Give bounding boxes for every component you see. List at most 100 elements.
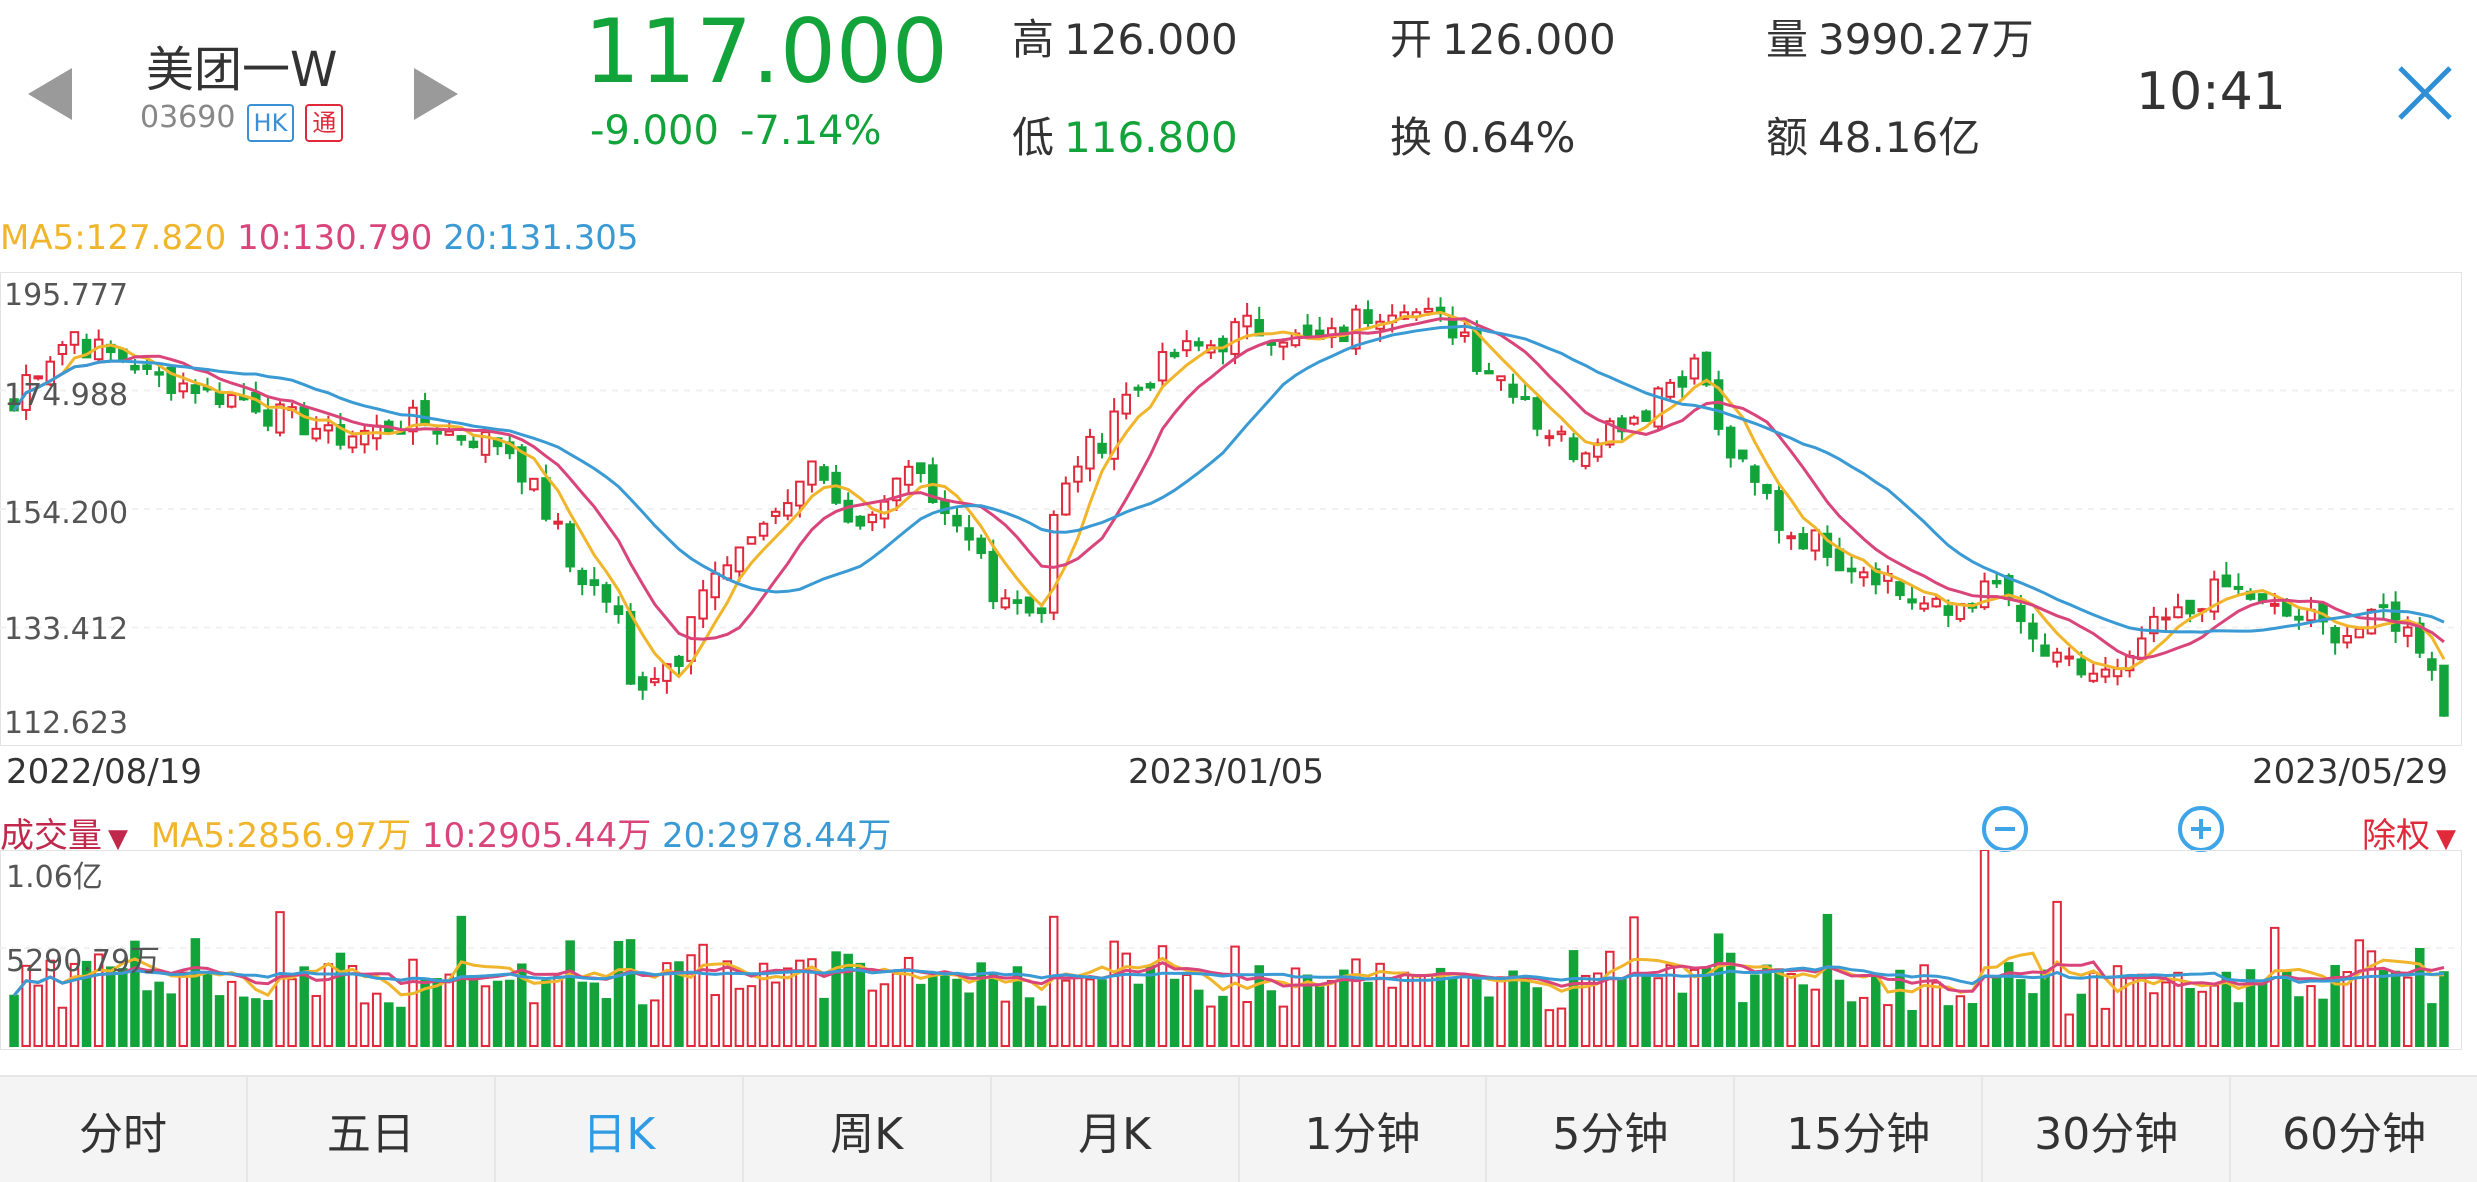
candle-body (807, 460, 817, 486)
volume-bar (1798, 984, 1808, 1047)
volume-bar (1024, 997, 1035, 1048)
tab-8[interactable]: 30分钟 (1983, 1077, 2232, 1182)
volume-bar (1895, 969, 1905, 1047)
volume-bar (1484, 996, 1494, 1047)
volume-bar (251, 998, 261, 1048)
price-ma5-line (12, 310, 2446, 679)
candle-body (1677, 376, 1688, 388)
tab-6[interactable]: 5分钟 (1487, 1077, 1736, 1182)
volume-bar (1883, 1004, 1893, 1048)
volume-bar (359, 1002, 370, 1047)
volume-bar (1508, 970, 1518, 1047)
candle-body (1278, 341, 1289, 348)
stock-connect-badge: 通 (305, 103, 344, 142)
candle-body (1508, 383, 1518, 398)
volume-bar (2233, 1002, 2244, 1047)
volume-bar (1327, 980, 1337, 1048)
candle-body (1194, 341, 1204, 347)
candle-body (565, 523, 575, 568)
candle-body (577, 569, 587, 586)
candle-body (2439, 664, 2449, 717)
close-icon[interactable] (2396, 64, 2454, 126)
candle-body (1846, 567, 1857, 573)
tab-4[interactable]: 月K (992, 1077, 1240, 1182)
volume-bar (263, 999, 273, 1047)
volume-bar (1387, 986, 1397, 1047)
candle-body (1544, 435, 1555, 440)
tab-5[interactable]: 1分钟 (1240, 1077, 1488, 1182)
zoom-out-icon[interactable] (1982, 806, 2028, 852)
volume-y-label-1: 5290.79万 (6, 944, 161, 979)
candle-body (311, 427, 322, 440)
candle-body (1459, 331, 1470, 337)
volume-bar (553, 975, 563, 1047)
candle-body (1073, 465, 1083, 483)
volume-bar (1399, 971, 1410, 1047)
candle-body (2076, 658, 2087, 676)
candle-body (1169, 351, 1180, 358)
zoom-in-icon[interactable] (2178, 806, 2224, 852)
volume-bar (976, 962, 986, 1047)
volume-bar (1568, 950, 1579, 1047)
candle-body (214, 391, 225, 406)
volume-bar (650, 999, 660, 1047)
candle-body (1943, 605, 1954, 616)
tab-7[interactable]: 15分钟 (1735, 1077, 1984, 1182)
candle-body (1061, 482, 1071, 516)
volume-bar (1786, 972, 1796, 1047)
candle-body (1520, 396, 1530, 401)
candle-body (1895, 581, 1905, 597)
volume-bar (2294, 996, 2304, 1048)
price-ma20-line (12, 324, 2445, 634)
volume-bar (601, 998, 612, 1047)
volume-bar (1314, 985, 1325, 1047)
candle-body (142, 364, 152, 370)
stat-volume-label: 量 (1766, 15, 1809, 64)
hk-badge: HK (246, 103, 295, 142)
volume-bar (1085, 978, 1095, 1047)
volume-bar (2064, 1013, 2074, 1047)
volume-bar (855, 962, 866, 1047)
volume-bar (154, 981, 164, 1048)
volume-bar (408, 958, 418, 1047)
volume-chart[interactable] (0, 850, 2462, 1050)
volume-bar (1133, 983, 1144, 1047)
volume-bar (1858, 996, 1869, 1047)
candle-body (57, 344, 68, 355)
prev-stock-arrow-icon[interactable] (28, 68, 72, 124)
volume-bar (1544, 1009, 1555, 1048)
stat-turnover-value: 0.64% (1442, 113, 1576, 162)
candle-body (1665, 381, 1676, 398)
volume-bar (964, 992, 974, 1047)
candlestick-chart[interactable] (0, 272, 2462, 746)
volume-bar (698, 943, 708, 1047)
volume-bar (2282, 970, 2292, 1047)
volume-bar (988, 971, 999, 1047)
volume-bar (492, 980, 503, 1048)
candle-body (420, 400, 430, 427)
candle-body (263, 409, 273, 427)
candle-body (1798, 533, 1808, 550)
next-stock-arrow-icon[interactable] (414, 68, 458, 124)
volume-bar (2209, 984, 2220, 1047)
volume-bar (1725, 952, 1736, 1047)
tab-2[interactable]: 日K (496, 1077, 744, 1182)
tab-9[interactable]: 60分钟 (2231, 1077, 2477, 1182)
price-change: -9.000 (590, 108, 719, 154)
volume-bar (1774, 968, 1784, 1047)
candle-body (867, 513, 878, 524)
volume-bar (1834, 979, 1845, 1047)
volume-bar (782, 967, 793, 1047)
volume-bar (1290, 967, 1301, 1047)
candle-body (976, 537, 986, 555)
tab-3[interactable]: 周K (744, 1077, 992, 1182)
tab-1[interactable]: 五日 (248, 1077, 496, 1182)
stat-low-label: 低 (1012, 113, 1055, 162)
candle-body (2269, 602, 2280, 607)
tab-0[interactable]: 分时 (0, 1077, 248, 1182)
candle-body (879, 500, 890, 520)
candle-body (1556, 430, 1567, 436)
price-ma-legend: MA5:127.820 10:130.790 20:131.305 (0, 218, 639, 258)
volume-bar (928, 975, 938, 1047)
price-ma10-label: 10:130.790 (237, 218, 433, 258)
